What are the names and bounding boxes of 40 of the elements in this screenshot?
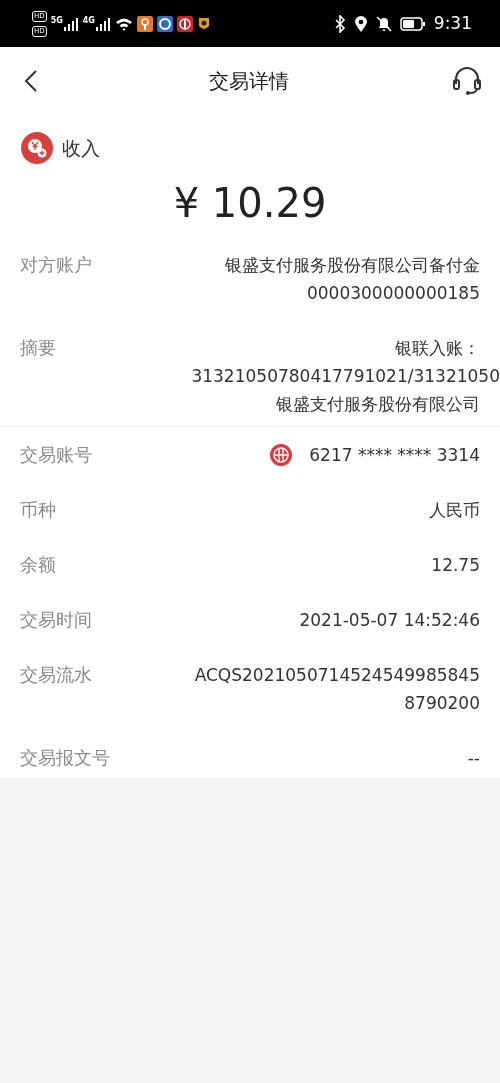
field-value: 2021-05-07 14:52:46 — [299, 609, 480, 632]
field-label: 币种 — [20, 498, 56, 522]
field-value: ACQS2021050714524549985845 — [194, 664, 480, 687]
location-icon — [353, 14, 368, 33]
headset-icon[interactable] — [452, 66, 482, 96]
network-label: 5G — [50, 16, 63, 25]
signal-icon — [62, 16, 79, 31]
field-value: 人民币 — [429, 499, 480, 522]
field-value: 0000300000000185 — [306, 282, 480, 305]
field-value: 12.75 — [431, 554, 480, 577]
field-label: 交易时间 — [20, 608, 92, 632]
app-icon — [196, 15, 211, 32]
transaction-type: 收入 — [62, 135, 100, 161]
field-label: 交易报文号 — [20, 746, 110, 770]
field-value: 银盛支付服务股份有限公司备付金 — [225, 254, 480, 277]
clock-time: 9:31 — [433, 11, 472, 35]
field-value: 6217 **** **** 3314 — [309, 444, 480, 467]
app-icon — [136, 15, 153, 32]
field-value: 8790200 — [404, 692, 480, 715]
app-icon — [156, 15, 173, 32]
field-value: 银联入账： — [395, 337, 480, 360]
signal-icon — [94, 16, 111, 31]
field-value: 31321050780417791021/31321050 — [191, 365, 500, 388]
field-label: 余额 — [20, 553, 56, 577]
field-label: 交易流水 — [20, 663, 92, 687]
field-label: 摘要 — [20, 336, 56, 360]
field-value: 银盛支付服务股份有限公司 — [276, 393, 480, 416]
amount: ¥ 10.29 — [172, 179, 328, 228]
muted-bell-icon — [375, 14, 392, 33]
field-label: 对方账户 — [20, 253, 92, 277]
network-label: 4G — [82, 16, 95, 25]
bluetooth-icon — [333, 14, 346, 33]
bank-logo-icon — [269, 443, 294, 467]
page-title: 交易详情 — [209, 68, 289, 95]
battery-icon — [399, 16, 426, 31]
app-icon — [176, 15, 193, 32]
field-label: 交易账号 — [20, 443, 92, 467]
field-value: -- — [467, 747, 480, 770]
wifi-icon — [114, 16, 133, 31]
income-icon — [20, 131, 54, 165]
